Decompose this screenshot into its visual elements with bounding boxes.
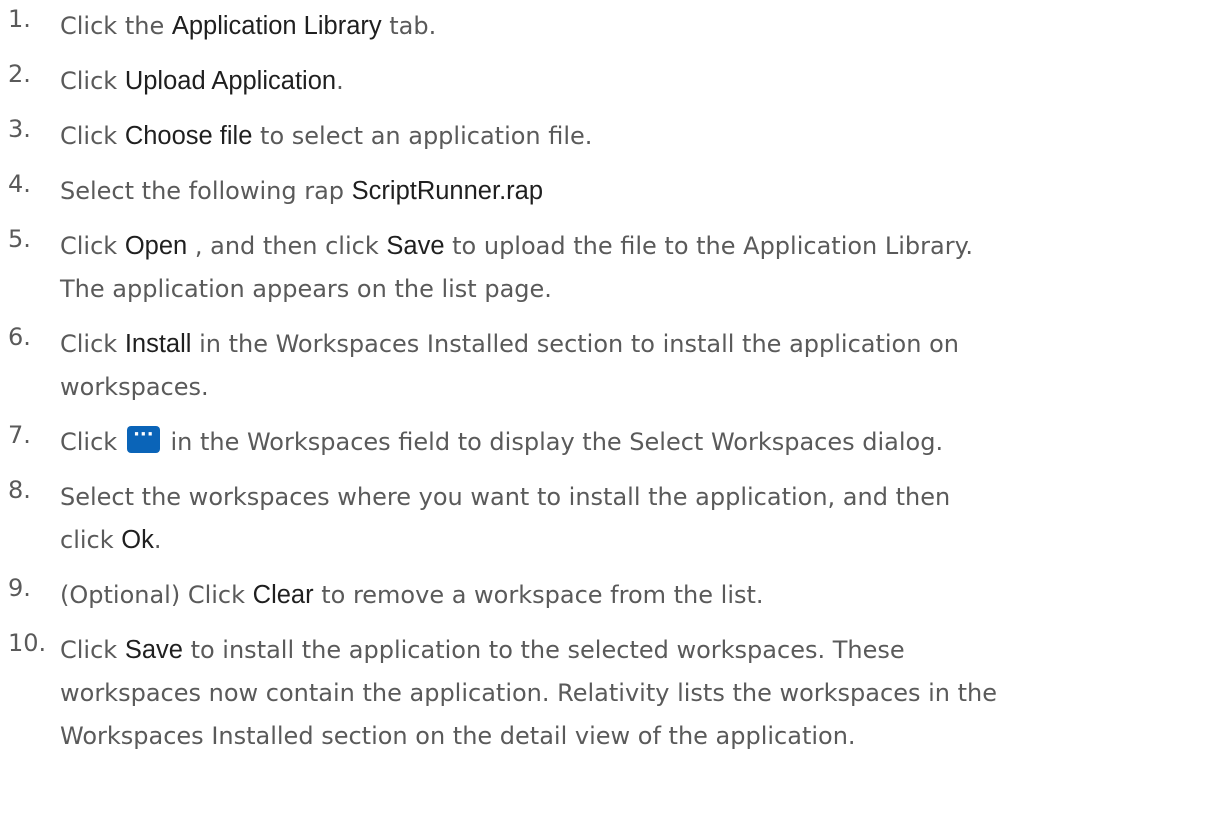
step-text: workspaces now contain the application. …: [60, 679, 997, 707]
ui-term-open: Open: [124, 232, 188, 260]
ui-term-save: Save: [124, 636, 183, 664]
ui-term-upload-application: Upload Application: [124, 67, 337, 95]
step-text: Click the Application Library tab.: [60, 12, 437, 40]
step-number: 6.: [8, 323, 31, 351]
ui-term-install: Install: [124, 330, 192, 358]
ui-term-choose-file: Choose file: [124, 122, 253, 150]
step-5: 5. Click Open , and then click Save to u…: [0, 225, 1215, 311]
ui-term-clear: Clear: [252, 581, 314, 609]
step-text: The application appears on the list page…: [60, 275, 552, 303]
step-number: 8.: [8, 476, 31, 504]
step-text: Select the workspaces where you want to …: [60, 483, 951, 511]
step-8: 8. Select the workspaces where you want …: [0, 476, 1215, 562]
step-text: Select the following rap ScriptRunner.ra…: [60, 177, 544, 205]
instructions-document: 1. Click the Application Library tab. 2.…: [0, 0, 1215, 758]
step-text: Click Save to install the application to…: [60, 636, 905, 664]
step-1: 1. Click the Application Library tab.: [0, 5, 1215, 48]
step-text: Click Open , and then click Save to uplo…: [60, 232, 974, 260]
ui-term-application-library: Application Library: [171, 12, 382, 40]
step-text: click Ok.: [60, 526, 162, 554]
step-9: 9. (Optional) Click Clear to remove a wo…: [0, 574, 1215, 617]
step-text: Click Choose file to select an applicati…: [60, 122, 593, 150]
step-number: 7.: [8, 421, 31, 449]
ellipsis-button-icon: ···: [126, 426, 160, 453]
ui-term-save: Save: [386, 232, 445, 260]
step-10: 10. Click Save to install the applicatio…: [0, 629, 1215, 758]
step-3: 3. Click Choose file to select an applic…: [0, 115, 1215, 158]
step-4: 4. Select the following rap ScriptRunner…: [0, 170, 1215, 213]
step-text: Workspaces Installed section on the deta…: [60, 722, 856, 750]
step-6: 6. Click Install in the Workspaces Insta…: [0, 323, 1215, 409]
step-text: workspaces.: [60, 373, 209, 401]
ui-term-ok: Ok: [121, 526, 154, 554]
step-number: 10.: [8, 629, 47, 657]
step-number: 5.: [8, 225, 31, 253]
ui-term-scriptrunner-rap: ScriptRunner.rap: [351, 177, 544, 205]
step-text: Click Upload Application.: [60, 67, 344, 95]
step-text: (Optional) Click Clear to remove a works…: [60, 581, 764, 609]
step-number: 2.: [8, 60, 31, 88]
step-2: 2. Click Upload Application.: [0, 60, 1215, 103]
step-number: 9.: [8, 574, 31, 602]
step-text: Click ··· in the Workspaces field to dis…: [60, 424, 944, 457]
step-7: 7. Click ··· in the Workspaces field to …: [0, 421, 1215, 464]
step-text: Click Install in the Workspaces Installe…: [60, 330, 959, 358]
step-number: 1.: [8, 5, 31, 33]
step-number: 3.: [8, 115, 31, 143]
step-number: 4.: [8, 170, 31, 198]
